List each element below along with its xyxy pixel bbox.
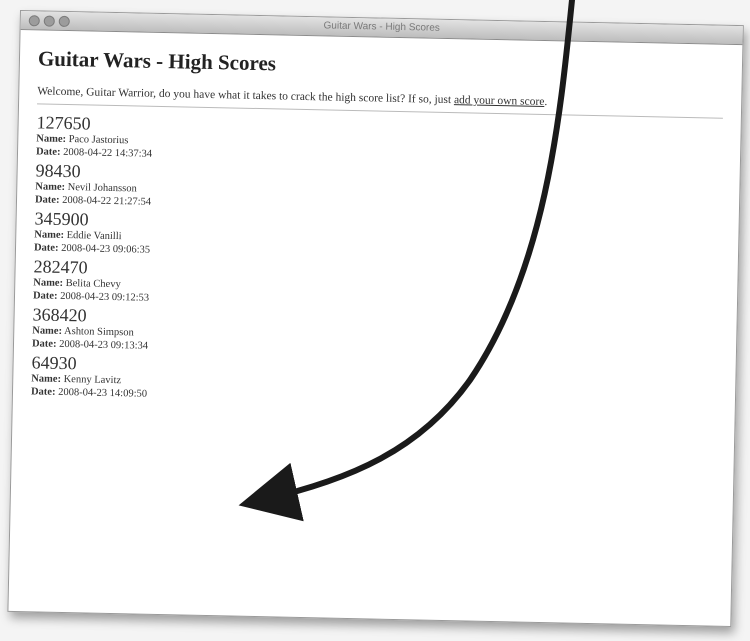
browser-window: Guitar Wars - High Scores Guitar Wars - … (7, 10, 744, 628)
score-date: 2008-04-23 09:13:34 (59, 338, 149, 352)
score-date: 2008-04-22 14:37:34 (63, 146, 153, 160)
date-label: Date: (33, 242, 59, 254)
score-name: Kenny Lavitz (63, 373, 122, 387)
score-list: 127650 Name: Paco Jastorius Date: 2008-0… (31, 112, 723, 412)
add-score-link[interactable]: add your own score (454, 94, 545, 108)
date-label: Date: (31, 338, 57, 350)
name-label: Name: (34, 229, 65, 241)
date-label: Date: (34, 194, 60, 206)
intro-text-body: Welcome, Guitar Warrior, do you have wha… (37, 85, 455, 107)
score-name: Nevil Johansson (67, 182, 137, 195)
score-name: Belita Chevy (65, 278, 121, 291)
page-title: Guitar Wars - High Scores (37, 46, 277, 76)
date-label: Date: (32, 290, 58, 302)
intro-text-end: . (544, 96, 548, 109)
name-label: Name: (35, 181, 66, 193)
score-name: Paco Jastorius (68, 134, 129, 147)
score-date: 2008-04-23 09:12:53 (60, 290, 150, 304)
date-label: Date: (35, 146, 61, 158)
score-date: 2008-04-23 14:09:50 (58, 386, 148, 400)
score-name: Ashton Simpson (63, 325, 134, 339)
name-label: Name: (36, 133, 67, 145)
score-name: Eddie Vanilli (66, 230, 122, 243)
page-content: Guitar Wars - High Scores Welcome, Guita… (13, 30, 743, 425)
score-date: 2008-04-23 09:06:35 (61, 242, 151, 256)
name-label: Name: (32, 325, 63, 337)
name-label: Name: (31, 373, 62, 385)
score-date: 2008-04-22 21:27:54 (62, 194, 152, 208)
intro-text: Welcome, Guitar Warrior, do you have wha… (37, 85, 723, 111)
name-label: Name: (33, 277, 64, 289)
date-label: Date: (30, 386, 56, 398)
